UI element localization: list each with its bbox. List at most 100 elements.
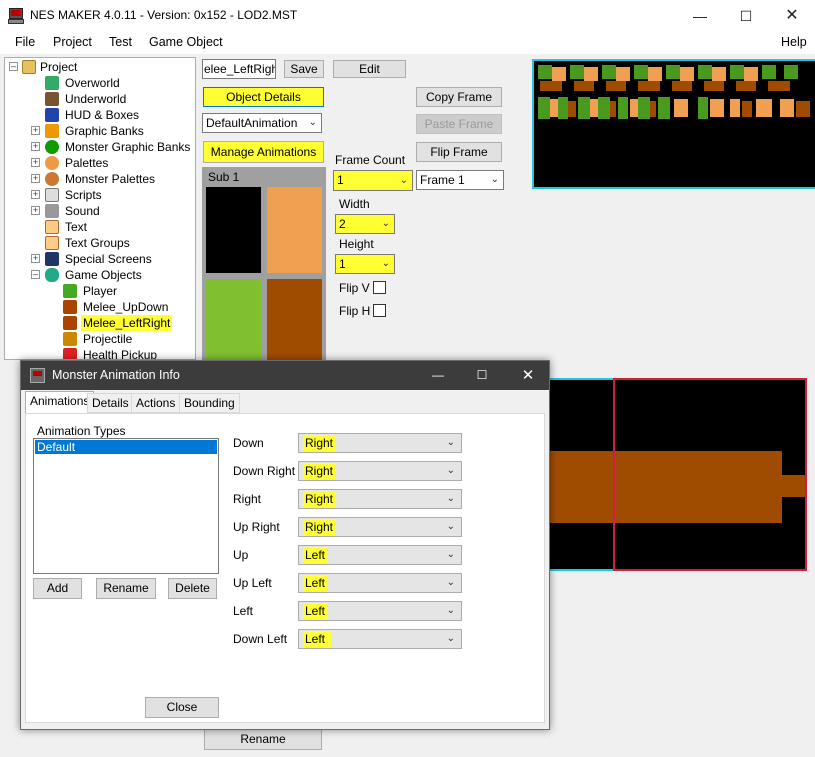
delete-button[interactable]: Delete [168, 578, 217, 599]
direction-value: Right [303, 491, 336, 507]
height-select[interactable]: 1 ⌄ [335, 254, 395, 274]
frame-count-select[interactable]: 1 ⌄ [333, 170, 413, 191]
direction-value: Right [303, 435, 336, 451]
frame-count-value: 1 [337, 173, 344, 187]
maximize-button[interactable]: ☐ [723, 0, 769, 32]
window-title: NES MAKER 4.0.11 - Version: 0x152 - LOD2… [30, 8, 298, 22]
save-button[interactable]: Save [284, 60, 324, 78]
palette-swatch[interactable] [206, 279, 261, 362]
direction-label-up-right: Up Right [233, 520, 280, 534]
copy-frame-button[interactable]: Copy Frame [416, 87, 502, 107]
object-details-button[interactable]: Object Details [203, 87, 324, 107]
flip-v-label: Flip V [339, 281, 370, 295]
menu-bar: File Project Test Game Object Help [0, 32, 815, 54]
dialog-maximize-button[interactable]: ☐ [465, 361, 499, 390]
chevron-down-icon: ⌄ [381, 258, 390, 269]
direction-select-down-right[interactable]: Right ⌄ [298, 461, 462, 481]
rename-object-button[interactable]: Rename [204, 728, 322, 750]
tab-details[interactable]: Details [87, 393, 134, 413]
list-item[interactable]: Default [35, 440, 217, 454]
hud-icon [45, 108, 59, 122]
direction-label-down-right: Down Right [233, 464, 296, 478]
direction-select-down[interactable]: Right ⌄ [298, 433, 462, 453]
map-icon [45, 92, 59, 106]
add-button[interactable]: Add [33, 578, 82, 599]
expand-icon[interactable]: + [31, 126, 40, 135]
monster-icon [45, 140, 59, 154]
tab-animations[interactable]: Animations [25, 391, 95, 413]
manage-animations-button[interactable]: Manage Animations [203, 141, 324, 163]
direction-select-up-right[interactable]: Right ⌄ [298, 517, 462, 537]
direction-value: Left [303, 575, 328, 591]
direction-select-right[interactable]: Right ⌄ [298, 489, 462, 509]
expand-icon[interactable]: + [31, 190, 40, 199]
dialog-title-bar: Monster Animation Info — ☐ ✕ [21, 361, 549, 390]
direction-value: Right [303, 463, 336, 479]
frame-count-label: Frame Count [335, 153, 406, 167]
animations-tab-panel: Animation Types Default Add Rename Delet… [25, 413, 545, 723]
object-name-field[interactable]: elee_LeftRight [202, 59, 276, 79]
folder-icon [22, 60, 36, 74]
expand-icon[interactable]: + [31, 254, 40, 263]
collapse-icon[interactable]: – [9, 62, 18, 71]
height-value: 1 [339, 257, 346, 271]
direction-value: Right [303, 519, 336, 535]
app-icon [8, 8, 24, 24]
direction-label-left: Left [233, 604, 254, 618]
palette-swatch[interactable] [206, 187, 261, 273]
chevron-down-icon: ⌄ [381, 218, 390, 229]
direction-select-left[interactable]: Left ⌄ [298, 601, 462, 621]
animation-types-list[interactable]: Default [33, 438, 219, 574]
edit-button[interactable]: Edit [333, 60, 406, 78]
menu-game-object[interactable]: Game Object [149, 35, 223, 49]
width-value: 2 [339, 217, 346, 231]
expand-icon[interactable]: + [31, 158, 40, 167]
direction-select-up-left[interactable]: Left ⌄ [298, 573, 462, 593]
expand-icon[interactable]: + [31, 142, 40, 151]
text-icon [45, 236, 59, 250]
collapse-icon[interactable]: – [31, 270, 40, 279]
tab-bounding-box[interactable]: Bounding Box [179, 393, 240, 428]
direction-select-down-left[interactable]: Left ⌄ [298, 629, 462, 649]
palette-swatch[interactable] [267, 279, 322, 362]
width-select[interactable]: 2 ⌄ [335, 214, 395, 234]
direction-label-up: Up [233, 548, 249, 562]
menu-test[interactable]: Test [109, 35, 132, 49]
expand-icon[interactable]: + [31, 206, 40, 215]
melee-sprite-tip [782, 475, 805, 497]
direction-label-right: Right [233, 492, 262, 506]
sprite-icon [63, 332, 77, 346]
direction-select-up[interactable]: Left ⌄ [298, 545, 462, 565]
graphics-icon [45, 124, 59, 138]
expand-icon[interactable]: + [31, 174, 40, 183]
flip-h-label: Flip H [339, 304, 371, 318]
menu-project[interactable]: Project [53, 35, 92, 49]
chevron-down-icon: ⌄ [446, 521, 455, 532]
menu-file[interactable]: File [15, 35, 35, 49]
minimize-button[interactable]: — [677, 0, 723, 32]
paste-frame-button: Paste Frame [416, 114, 502, 134]
melee-sprite [545, 451, 782, 523]
animation-select[interactable]: DefaultAnimation ⌄ [202, 113, 322, 133]
close-button[interactable]: Close [145, 697, 219, 718]
title-bar: NES MAKER 4.0.11 - Version: 0x152 - LOD2… [0, 0, 815, 32]
dialog-close-icon[interactable]: ✕ [511, 361, 545, 390]
direction-value: Left [303, 631, 332, 647]
tileset-preview[interactable] [532, 59, 815, 189]
menu-help[interactable]: Help [781, 35, 807, 49]
tab-actions[interactable]: Actions [131, 393, 181, 413]
tile-divider [613, 378, 615, 571]
palette-swatch[interactable] [267, 187, 322, 273]
dialog-minimize-button[interactable]: — [421, 361, 455, 390]
sub-label: Sub 1 [208, 170, 240, 184]
project-tree[interactable]: – Project Overworld Underworld HUD & Box… [4, 57, 196, 360]
sprite-sheet [538, 65, 810, 119]
flip-v-checkbox[interactable] [373, 281, 386, 294]
flip-h-checkbox[interactable] [373, 304, 386, 317]
frame-select[interactable]: Frame 1 ⌄ [416, 170, 504, 190]
flip-frame-button[interactable]: Flip Frame [416, 142, 502, 162]
close-window-button[interactable]: ✕ [769, 0, 815, 32]
script-icon [45, 188, 59, 202]
chevron-down-icon: ⌄ [446, 577, 455, 588]
rename-button[interactable]: Rename [96, 578, 156, 599]
